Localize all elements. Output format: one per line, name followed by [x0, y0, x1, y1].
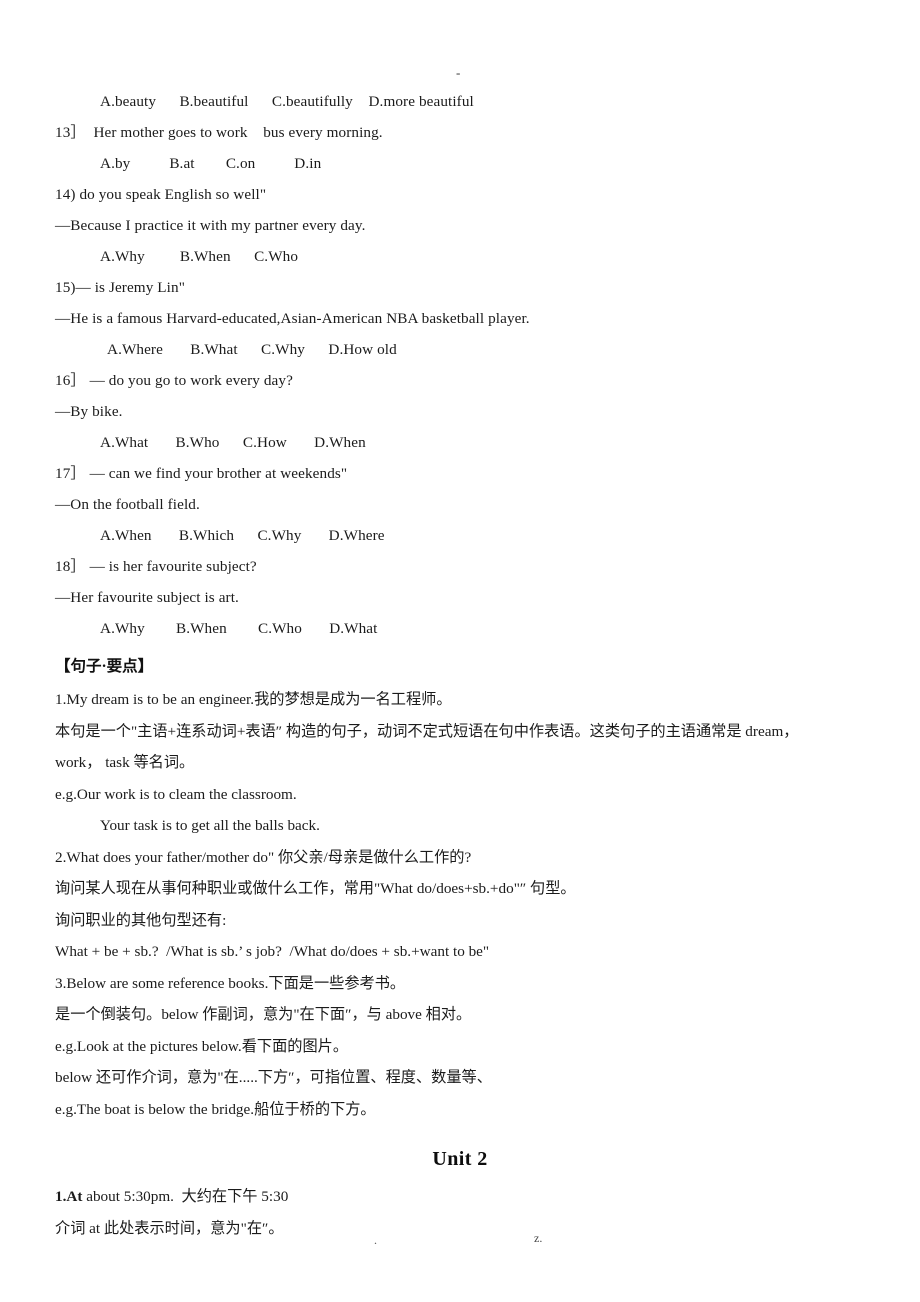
- sentence-note-3: work， task 等名词。: [55, 754, 195, 771]
- question-answer-16: —By bike.: [55, 403, 123, 420]
- option-b: B.What: [190, 341, 238, 358]
- option-a: A.Where: [107, 341, 163, 358]
- option-a: A.by: [100, 155, 131, 172]
- option-d: D.more beautiful: [368, 93, 474, 110]
- question-stem-16: 16］ — do you go to work every day?: [55, 372, 293, 389]
- options-row: A.beauty B.beautiful C.beautifully D.mor…: [0, 86, 920, 117]
- question-answer-14: —Because I practice it with my partner e…: [55, 217, 366, 234]
- options-row-14: A.Why B.When C.Who: [0, 241, 920, 272]
- option-a: A.When: [100, 527, 152, 544]
- option-b: B.Which: [178, 527, 235, 544]
- option-c: C.How: [242, 434, 287, 451]
- option-d: D.Where: [328, 527, 385, 544]
- option-b: B.beautiful: [179, 93, 249, 110]
- question-answer-15: —He is a famous Harvard-educated,Asian-A…: [55, 310, 530, 327]
- sentence-note-5: 询问某人现在从事何种职业或做什么工作，常用"What do/does+sb.+d…: [55, 880, 576, 897]
- option-c: C.Why: [261, 341, 305, 358]
- question-stem-15: 15)— is Jeremy Lin": [55, 279, 185, 296]
- option-c: C.on: [225, 155, 256, 172]
- sentence-note-9: below 还可作介词，意为"在.....下方″，可指位置、程度、数量等、: [55, 1069, 492, 1086]
- option-c: C.Who: [257, 620, 302, 637]
- option-b: B.Who: [175, 434, 220, 451]
- sentence-note-1: 1.My dream is to be an engineer.我的梦想是成为一…: [55, 691, 452, 708]
- sentence-note-2: 本句是一个"主语+连系动词+表语″ 构造的句子，动词不定式短语在句中作表语。这类…: [55, 722, 799, 740]
- question-stem-17: 17］ — can we find your brother at weeken…: [55, 465, 348, 482]
- option-c: C.beautifully: [271, 93, 353, 110]
- sentence-note-4: 2.What does your father/mother do" 你父亲/母…: [55, 848, 472, 866]
- options-row-18: A.Why B.When C.Who D.What: [0, 613, 920, 644]
- option-a: A.Why: [100, 620, 145, 637]
- unit-heading: Unit 2: [432, 1148, 488, 1170]
- options-row-13: A.by B.at C.on D.in: [0, 148, 920, 179]
- option-d: D.How old: [328, 341, 397, 358]
- option-d: D.in: [294, 155, 322, 172]
- sentence-note-8: 是一个倒装句。below 作副词，意为"在下面″，与 above 相对。: [55, 1006, 472, 1023]
- question-stem-14: 14) do you speak English so well": [55, 186, 267, 203]
- unit-spacer: [0, 1125, 920, 1137]
- footer-dot-mark: .: [374, 1233, 377, 1247]
- option-a: A.beauty: [100, 93, 157, 110]
- sentence-example-1: e.g.Our work is to cleam the classroom.: [55, 785, 297, 803]
- sentence-example-2: Your task is to get all the balls back.: [100, 817, 320, 834]
- sentence-note-7: 3.Below are some reference books.下面是一些参考…: [55, 974, 406, 992]
- option-a: A.What: [100, 434, 149, 451]
- page-footer: . z.: [0, 1232, 920, 1250]
- options-row-15: A.Where B.What C.Why D.How old: [0, 334, 920, 365]
- option-a: A.Why: [100, 248, 145, 265]
- options-row-17: A.When B.Which C.Why D.Where: [0, 520, 920, 551]
- document-content: A.beauty B.beautiful C.beautifully D.mor…: [0, 86, 920, 1244]
- question-answer-18: —Her favourite subject is art.: [55, 589, 239, 606]
- footer-z-mark: z.: [534, 1231, 543, 1245]
- option-d: D.What: [329, 620, 378, 637]
- document-page: - A.beauty B.beautiful C.beautifully D.m…: [0, 0, 920, 1302]
- options-row-16: A.What B.Who C.How D.When: [0, 427, 920, 458]
- sentence-example-3: e.g.Look at the pictures below.看下面的图片。: [55, 1037, 349, 1055]
- question-answer-17: —On the football field.: [55, 496, 200, 513]
- question-stem-13: 13］ Her mother goes to work bus every mo…: [55, 124, 383, 141]
- unit2-item-1-label: 1.At: [55, 1188, 83, 1205]
- option-b: B.When: [179, 248, 231, 265]
- option-c: C.Why: [257, 527, 302, 544]
- option-d: D.When: [314, 434, 366, 451]
- question-stem-18: 18］ — is her favourite subject?: [55, 558, 257, 575]
- option-b: B.When: [175, 620, 227, 637]
- option-b: B.at: [169, 155, 195, 172]
- sentence-note-6: 询问职业的其他句型还有:: [55, 911, 227, 929]
- sentence-patterns: What + be + sb.? /What is sb.’ s job? /W…: [55, 943, 490, 960]
- sentence-example-4: e.g.The boat is below the bridge.船位于桥的下方…: [55, 1100, 376, 1118]
- top-dash-mark: -: [456, 65, 461, 80]
- sentence-section-heading: 【句子·要点】: [55, 658, 154, 675]
- unit2-item-1-text: about 5:30pm. 大约在下午 5:30: [82, 1188, 289, 1205]
- unit2-item-1: 1.At about 5:30pm. 大约在下午 5:30: [0, 1181, 920, 1213]
- option-c: C.Who: [254, 248, 299, 265]
